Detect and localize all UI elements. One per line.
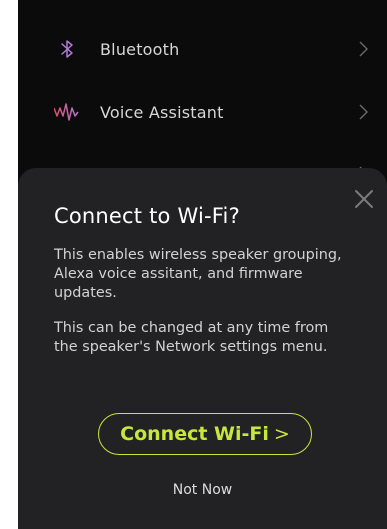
phone-screen: Bluetooth Voice Assistant Connect to Wi-…: [18, 0, 387, 529]
settings-item-label: Voice Assistant: [100, 102, 224, 122]
chevron-right-icon: [359, 41, 368, 57]
connect-wifi-button[interactable]: Connect Wi-Fi >: [98, 413, 312, 455]
settings-item-label: Bluetooth: [100, 39, 180, 59]
settings-item-bluetooth[interactable]: Bluetooth: [18, 17, 387, 81]
connect-wifi-label: Connect Wi-Fi: [120, 423, 269, 445]
dialog-body-text: This enables wireless speaker grouping, …: [54, 247, 342, 301]
dialog-title: Connect to Wi-Fi?: [54, 204, 240, 228]
bluetooth-icon: [61, 40, 73, 58]
chevron-right-icon: [359, 104, 368, 120]
chevron-right-icon: >: [273, 423, 290, 445]
dialog-body-text: This can be changed at any time from the…: [54, 320, 329, 355]
voice-waveform-icon: [54, 103, 79, 121]
close-icon[interactable]: [351, 186, 377, 212]
wifi-dialog-sheet: Connect to Wi-Fi? This enables wireless …: [18, 168, 387, 529]
settings-item-voice-assistant[interactable]: Voice Assistant: [18, 80, 387, 144]
not-now-button[interactable]: Not Now: [18, 482, 387, 498]
